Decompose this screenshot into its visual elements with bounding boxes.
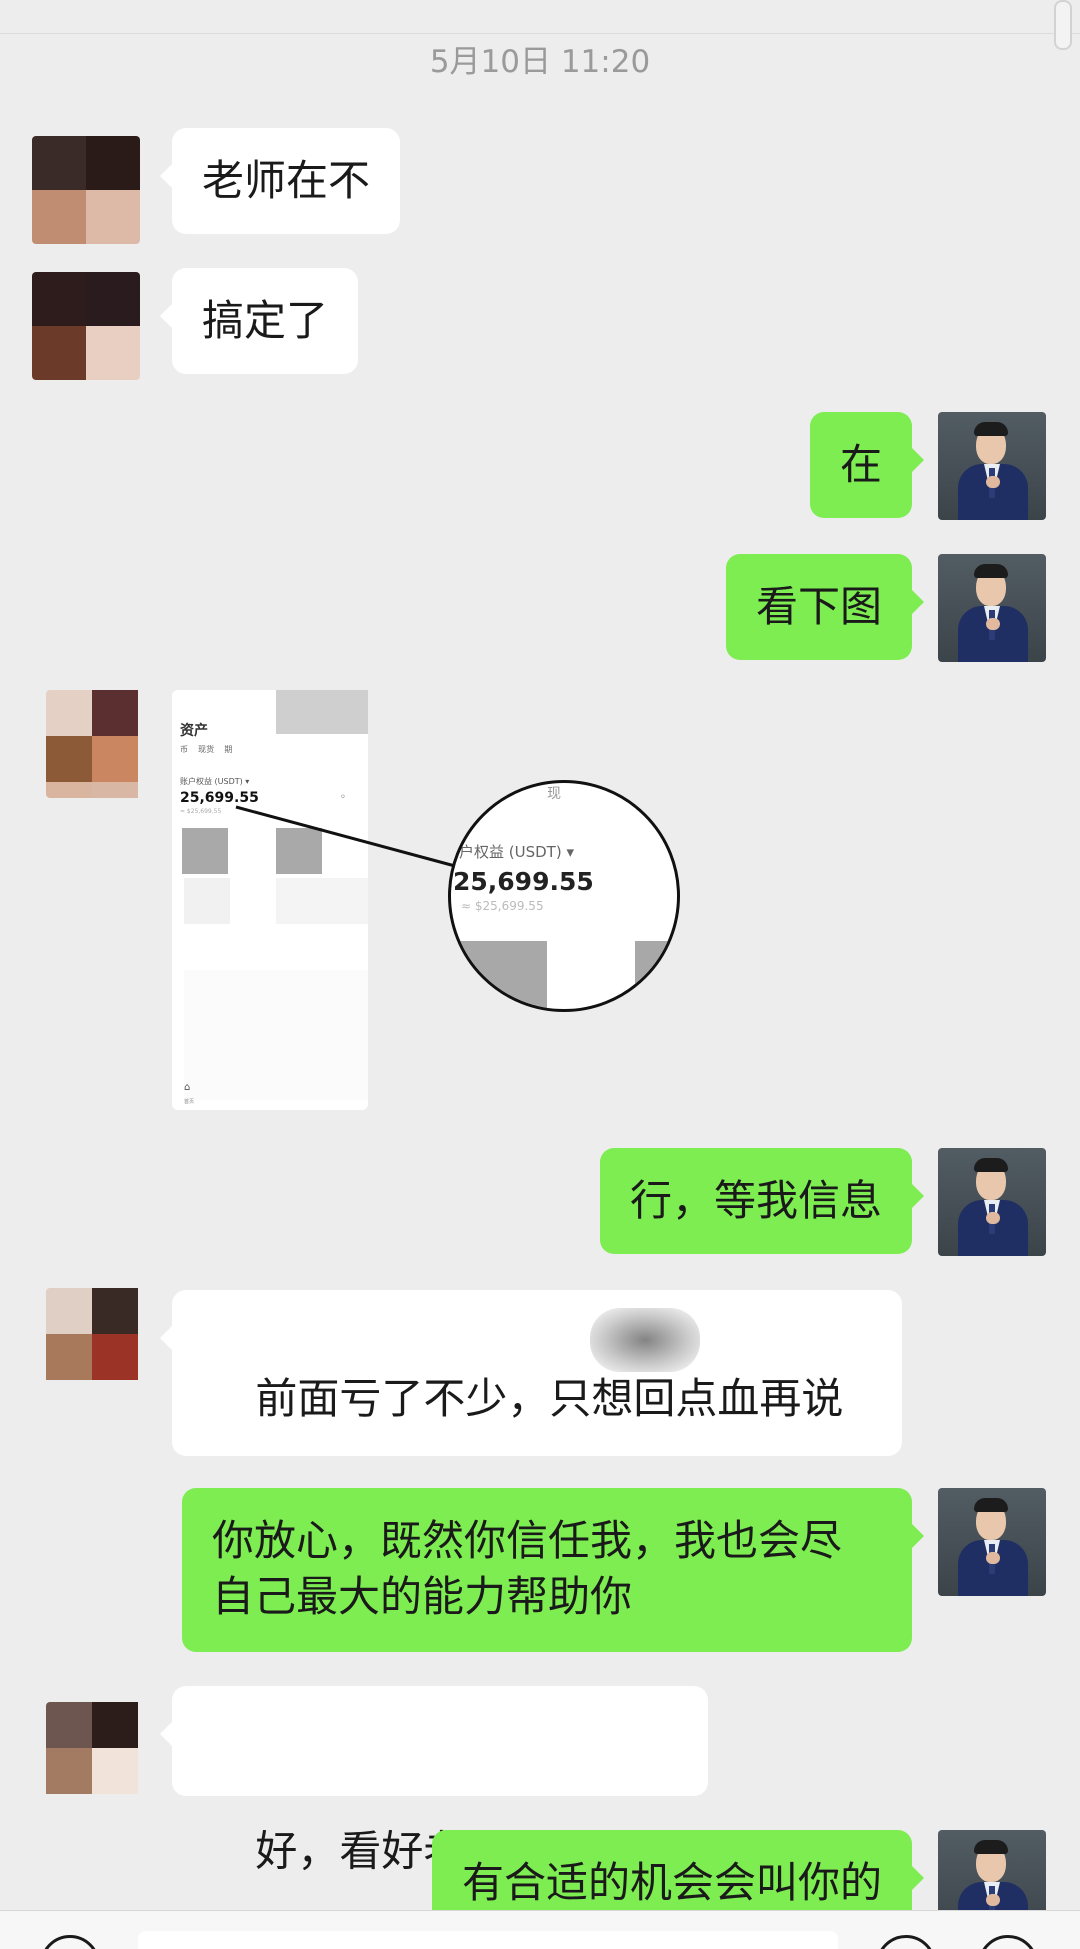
message-timestamp: 5月10日 11:20 xyxy=(429,44,651,80)
image-tabs: 币 现货 期 xyxy=(180,744,232,755)
my-avatar[interactable] xyxy=(938,1148,1046,1256)
blur-block xyxy=(184,878,230,924)
message-bubble[interactable]: 在 xyxy=(809,412,925,518)
smudge-mark xyxy=(590,1308,700,1372)
message-input[interactable] xyxy=(138,1931,838,1949)
message-text: 前面亏了不少，只想回点血再说 xyxy=(255,1374,844,1423)
top-divider xyxy=(0,0,1080,34)
message-bubble[interactable]: 行，等我信息 xyxy=(599,1148,925,1254)
equity-sub: ≈ $25,699.55 xyxy=(180,808,222,815)
blur-block xyxy=(276,828,322,874)
emoji-button[interactable] xyxy=(876,1935,936,1949)
message-bubble[interactable]: 搞定了 xyxy=(159,268,359,374)
my-avatar[interactable] xyxy=(938,554,1046,662)
equity-value: 25,699.55 xyxy=(180,790,259,806)
blur-block xyxy=(276,690,368,734)
image-tab: 现货 xyxy=(198,745,215,754)
zoom-top-label: 现 xyxy=(547,786,561,802)
message-bubble[interactable]: 好，看好老师哦 xyxy=(160,1686,708,1876)
contact-avatar[interactable] xyxy=(32,272,140,380)
message-bubble[interactable]: 老师在不 xyxy=(159,128,401,234)
home-label: 首页 xyxy=(184,1099,195,1105)
contact-avatar[interactable] xyxy=(46,1288,154,1396)
voice-toggle-button[interactable] xyxy=(40,1935,100,1949)
blur-block xyxy=(276,878,368,924)
screenshot-image-message[interactable]: 资产 币 现货 期 账户权益 (USDT) ▾ 25,699.55 ◦ ≈ $2… xyxy=(172,690,368,1110)
zoom-equity-value: 25,699.55 xyxy=(453,867,594,896)
message-bubble[interactable]: 你放心，既然你信任我，我也会尽 自己最大的能力帮助你 xyxy=(182,1488,924,1652)
chat-window[interactable]: 5月10日 11:20 老师在不 搞定了 在 看下图 资产 币 现货 期 账户权… xyxy=(0,0,1080,1910)
my-avatar[interactable] xyxy=(938,1488,1046,1596)
blur-block xyxy=(184,970,368,1100)
eye-icon: ◦ xyxy=(340,792,346,803)
contact-avatar[interactable] xyxy=(32,136,140,244)
home-icon: ⌂ xyxy=(184,1082,191,1093)
zoom-equity-sub: ≈ $25,699.55 xyxy=(461,899,544,913)
blur-block xyxy=(182,828,228,874)
message-bubble[interactable]: 有合适的机会会叫你的 xyxy=(431,1830,925,1910)
magnifier-zoom-circle: 现 户权益 (USDT) ▾ 25,699.55 ≈ $25,699.55 xyxy=(448,780,680,1012)
blur-block xyxy=(635,941,677,1009)
zoom-equity-label: 户权益 (USDT) ▾ xyxy=(459,843,574,861)
my-avatar[interactable] xyxy=(938,412,1046,520)
image-tab: 期 xyxy=(224,745,233,754)
contact-avatar[interactable] xyxy=(46,690,154,798)
message-bubble[interactable]: 看下图 xyxy=(725,554,925,660)
chat-input-bar xyxy=(0,1910,1080,1949)
message-bubble[interactable]: 前面亏了不少，只想回点血再说 xyxy=(160,1290,902,1589)
equity-label: 账户权益 (USDT) ▾ xyxy=(180,777,250,786)
image-title: 资产 xyxy=(180,723,208,739)
contact-avatar[interactable] xyxy=(46,1702,154,1810)
image-tab: 币 xyxy=(180,745,188,754)
blur-block xyxy=(451,941,547,1009)
my-avatar[interactable] xyxy=(938,1830,1046,1910)
plus-button[interactable] xyxy=(978,1935,1038,1949)
